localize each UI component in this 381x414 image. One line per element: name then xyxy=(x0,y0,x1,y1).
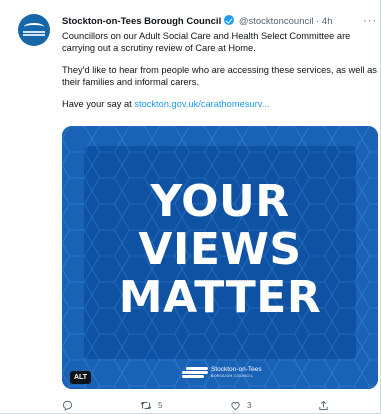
headline-line-2: VIEWS xyxy=(138,224,302,275)
author-name[interactable]: Stockton-on-Tees Borough Council xyxy=(62,16,221,27)
retweet-count: 5 xyxy=(158,401,163,410)
retweet-button[interactable]: 5 xyxy=(140,400,162,411)
heart-icon xyxy=(231,402,240,411)
logo-subtext: BOROUGH COUNCIL xyxy=(211,374,254,378)
council-wave-icon xyxy=(24,23,44,31)
tweet-time[interactable]: 4h xyxy=(322,16,333,27)
survey-link[interactable]: stockton.gov.uk/carathomesurv... xyxy=(134,99,269,109)
share-icon xyxy=(319,400,328,411)
reply-button[interactable] xyxy=(62,400,79,411)
tweet-actions: 5 3 xyxy=(62,400,372,414)
tweet-paragraph-3-prefix: Have your say at xyxy=(62,99,135,109)
like-button[interactable]: 3 xyxy=(230,400,251,411)
logo-text: Stockton-on-Tees xyxy=(211,366,262,373)
tweet-card[interactable]: Stockton-on-Tees Borough Council @stockt… xyxy=(0,0,381,414)
your-views-matter-text: YOUR VIEWS MATTER xyxy=(62,178,378,322)
council-logo: Stockton-on-Tees BOROUGH COUNCIL xyxy=(182,364,262,382)
like-count: 3 xyxy=(247,401,252,410)
tweet-media-image[interactable]: YOUR VIEWS MATTER Stockton-on-Tees BOROU… xyxy=(62,126,378,389)
share-button[interactable] xyxy=(318,400,329,411)
headline-line-3: MATTER xyxy=(118,272,322,323)
tweet-text: Councillors on our Adult Social Care and… xyxy=(62,30,380,120)
tweet-paragraph-3: Have your say at stockton.gov.uk/caratho… xyxy=(62,98,380,110)
author-avatar[interactable] xyxy=(18,14,50,46)
more-options-icon[interactable]: ··· xyxy=(363,14,377,28)
retweet-icon xyxy=(140,401,152,410)
reply-icon xyxy=(62,400,73,411)
council-wordmark-icon xyxy=(23,31,45,33)
headline-line-1: YOUR xyxy=(150,176,290,227)
author-handle[interactable]: @stocktoncouncil xyxy=(239,16,314,27)
council-logo-mark-icon xyxy=(182,367,208,379)
verified-badge-icon xyxy=(224,15,235,25)
separator-dot: · xyxy=(316,16,320,27)
tweet-header: Stockton-on-Tees Borough Council @stockt… xyxy=(62,14,377,30)
alt-badge[interactable]: ALT xyxy=(70,371,92,384)
tweet-paragraph-2: They'd like to hear from people who are … xyxy=(62,65,377,87)
tweet-paragraph-1: Councillors on our Adult Social Care and… xyxy=(62,31,351,53)
